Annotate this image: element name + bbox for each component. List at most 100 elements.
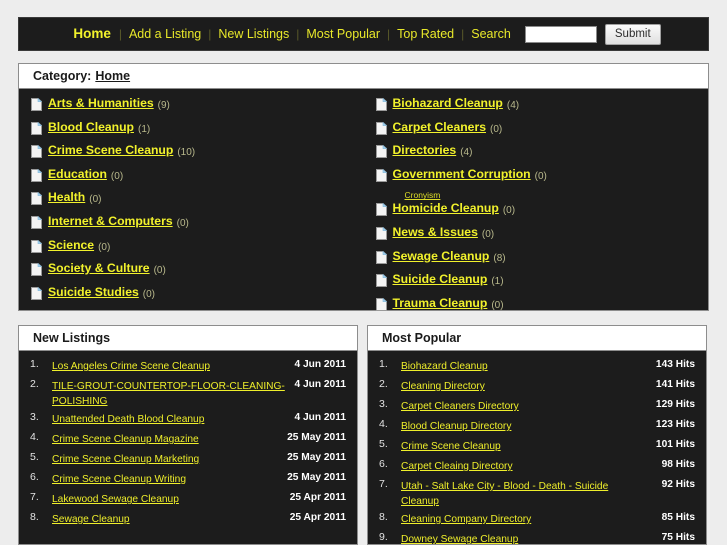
category-link[interactable]: Carpet Cleaners [393, 120, 486, 135]
subcategory-link[interactable]: Cronyism [405, 190, 441, 200]
nav-link-search[interactable]: Search [464, 27, 518, 41]
list-item-link[interactable]: Crime Scene Cleanup Writing [52, 474, 186, 485]
category-link[interactable]: Directories [393, 143, 457, 158]
document-page-icon [375, 168, 387, 182]
category-link[interactable]: Sewage Cleanup [393, 249, 490, 264]
category-count: (8) [493, 252, 506, 264]
category-link[interactable]: Health [48, 190, 85, 205]
list-item-link[interactable]: Crime Scene Cleanup Marketing [52, 454, 199, 465]
document-page-icon [375, 145, 387, 159]
list-item[interactable]: 9. Downey Sewage Cleanup 75 Hits [368, 528, 706, 544]
category-header-label: Category: [33, 69, 92, 83]
nav-link-add-a-listing[interactable]: Add a Listing [122, 27, 208, 41]
list-item[interactable]: 3. Carpet Cleaners Directory 129 Hits [368, 395, 706, 415]
category-link[interactable]: Science [48, 238, 94, 253]
list-item[interactable]: 8. Sewage Cleanup 25 Apr 2011 [19, 508, 357, 528]
list-item-index: 9. [379, 531, 388, 543]
list-item-link[interactable]: Sewage Cleanup [52, 514, 130, 525]
category-item[interactable]: Health (0) [31, 190, 364, 214]
list-item-link[interactable]: Carpet Cleaners Directory [401, 401, 519, 412]
category-link[interactable]: Internet & Computers [48, 214, 173, 229]
category-link[interactable]: Education [48, 167, 107, 182]
category-item[interactable]: Society & Culture (0) [31, 261, 364, 285]
list-item-link[interactable]: Blood Cleanup Directory [401, 421, 511, 432]
list-item-link[interactable]: Cleaning Directory [401, 381, 485, 392]
nav-link-most-popular[interactable]: Most Popular [299, 27, 387, 41]
list-item[interactable]: 7. Lakewood Sewage Cleanup 25 Apr 2011 [19, 488, 357, 508]
list-item-link[interactable]: Carpet Cleaing Directory [401, 461, 513, 472]
category-link[interactable]: News & Issues [393, 225, 478, 240]
breadcrumb-home-link[interactable]: Home [95, 69, 130, 83]
category-item[interactable]: Sewage Cleanup (8) [375, 249, 709, 273]
category-item[interactable]: Blood Cleanup (1) [31, 120, 364, 144]
list-item-link[interactable]: Downey Sewage Cleanup [401, 534, 518, 544]
list-item[interactable]: 5. Crime Scene Cleanup Marketing 25 May 20… [19, 448, 357, 468]
category-link[interactable]: Crime Scene Cleanup [48, 143, 173, 158]
list-item[interactable]: 4. Blood Cleanup Directory 123 Hits [368, 415, 706, 435]
category-link[interactable]: Suicide Studies [48, 285, 139, 300]
category-link[interactable]: Society & Culture [48, 261, 150, 276]
category-count: (0) [534, 170, 547, 182]
category-item[interactable]: Homicide Cleanup (0) [375, 201, 709, 225]
list-item[interactable]: 2. TILE-GROUT-COUNTERTOP-FLOOR-CLEANING-P… [19, 375, 357, 408]
list-item[interactable]: 6. Crime Scene Cleanup Writing 25 May 2011 [19, 468, 357, 488]
search-input[interactable] [524, 25, 597, 43]
list-item[interactable]: 1. Biohazard Cleanup 143 Hits [368, 355, 706, 375]
list-item-link[interactable]: TILE-GROUT-COUNTERTOP-FLOOR-CLEANING-POL… [52, 381, 285, 407]
list-item-meta: 129 Hits [655, 399, 695, 410]
list-item[interactable]: 4. Crime Scene Cleanup Magazine 25 May 201… [19, 428, 357, 448]
bottom-panels-row: New Listings 1. Los Angeles Crime Scene C… [18, 325, 709, 545]
category-count: (1) [491, 276, 504, 288]
category-item[interactable]: Directories (4) [375, 143, 709, 167]
document-page-icon [31, 98, 42, 111]
list-item[interactable]: 5. Crime Scene Cleanup 101 Hits [368, 435, 706, 455]
list-item-index: 2. [30, 378, 39, 390]
list-item-link[interactable]: Los Angeles Crime Scene Cleanup [52, 361, 210, 372]
list-item-meta: 25 May 2011 [287, 432, 346, 443]
nav-link-home[interactable]: Home [66, 27, 119, 41]
document-page-icon [31, 215, 42, 229]
category-item[interactable]: Biohazard Cleanup (4) [375, 96, 709, 120]
list-item-link[interactable]: Crime Scene Cleanup [401, 441, 501, 452]
category-link[interactable]: Arts & Humanities [48, 96, 154, 111]
list-item-title: Sewage Cleanup [52, 508, 278, 526]
category-count: (0) [110, 170, 124, 182]
category-link[interactable]: Biohazard Cleanup [393, 96, 503, 111]
category-item[interactable]: Carpet Cleaners (0) [375, 120, 709, 144]
list-item-link[interactable]: Cleaning Company Directory [401, 514, 531, 525]
list-item-index: 8. [379, 511, 388, 523]
submit-button[interactable]: Submit [604, 23, 661, 45]
category-link[interactable]: Homicide Cleanup [393, 201, 499, 216]
list-item-link[interactable]: Lakewood Sewage Cleanup [52, 494, 179, 505]
category-count: (0) [153, 265, 166, 277]
list-item-link[interactable]: Biohazard Cleanup [401, 361, 488, 372]
category-link[interactable]: Government Corruption [393, 167, 531, 182]
category-item[interactable]: Internet & Computers (0) [31, 214, 364, 238]
list-item[interactable]: 3. Unattended Death Blood Cleanup 4 Jun 20… [19, 408, 357, 428]
category-item[interactable]: News & Issues (0) [375, 225, 709, 249]
category-link[interactable]: Blood Cleanup [48, 120, 134, 135]
category-count: (0) [502, 205, 516, 217]
category-link[interactable]: Suicide Cleanup [393, 272, 488, 287]
category-item[interactable]: Suicide Cleanup (1) [375, 272, 709, 296]
list-item[interactable]: 6. Carpet Cleaing Directory 98 Hits [368, 455, 706, 475]
category-item[interactable]: Arts & Humanities (9) [31, 96, 364, 120]
category-item[interactable]: Science (0) [31, 238, 364, 262]
document-page-icon [375, 121, 387, 135]
category-item[interactable]: Trauma Cleanup (0) [375, 296, 709, 320]
category-count: (1) [138, 123, 151, 135]
list-item-link[interactable]: Unattended Death Blood Cleanup [52, 414, 204, 425]
document-page-icon [375, 297, 387, 311]
category-link[interactable]: Trauma Cleanup [393, 296, 488, 311]
list-item[interactable]: 7. Utah - Salt Lake City - Blood - Death … [368, 475, 706, 508]
category-item[interactable]: Crime Scene Cleanup (10) [31, 143, 364, 167]
list-item[interactable]: 8. Cleaning Company Directory 85 Hits [368, 508, 706, 528]
category-item[interactable]: Education (0) [31, 167, 364, 191]
nav-link-top-rated[interactable]: Top Rated [390, 27, 461, 41]
list-item[interactable]: 1. Los Angeles Crime Scene Cleanup 4 Jun 2… [19, 355, 357, 375]
nav-link-new-listings[interactable]: New Listings [211, 27, 296, 41]
category-item[interactable]: Suicide Studies (0) [31, 285, 364, 309]
list-item-link[interactable]: Crime Scene Cleanup Magazine [52, 434, 199, 445]
list-item-link[interactable]: Utah - Salt Lake City - Blood - Death - … [401, 481, 608, 507]
list-item[interactable]: 2. Cleaning Directory 141 Hits [368, 375, 706, 395]
